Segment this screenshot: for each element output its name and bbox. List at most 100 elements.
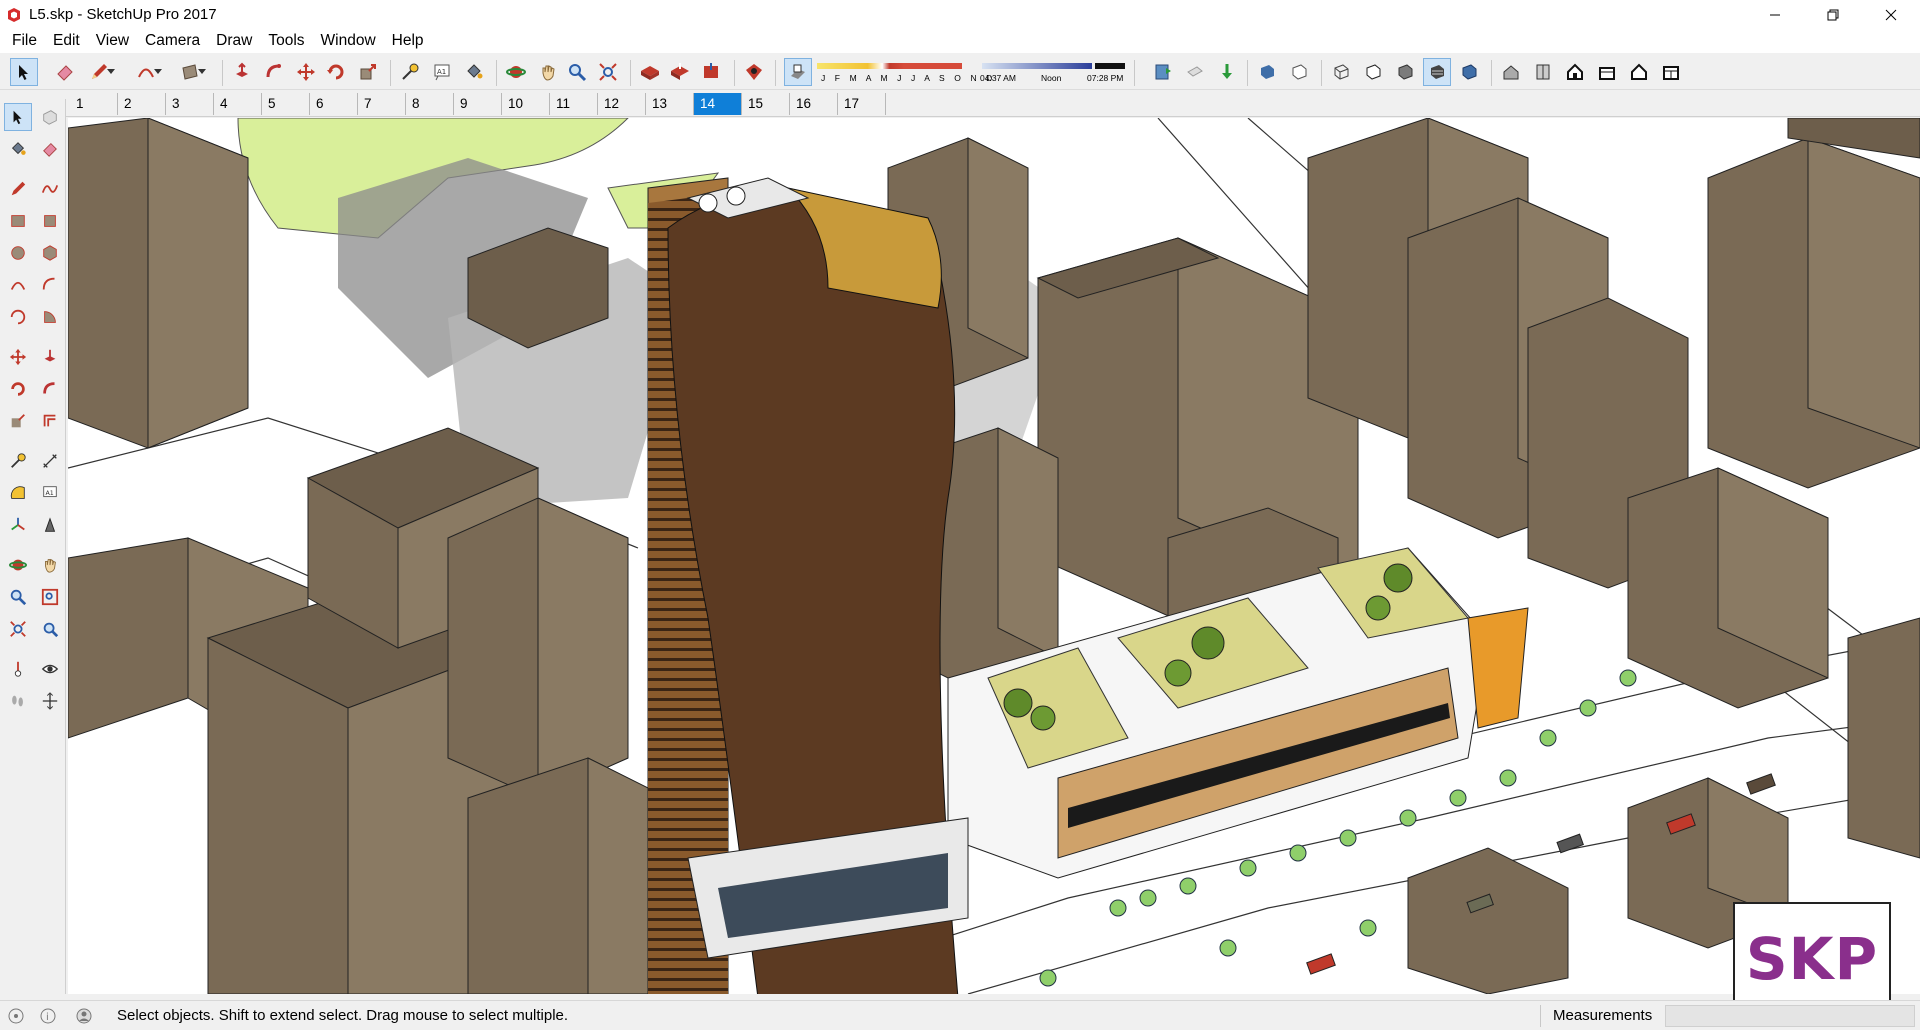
credits-info-icon[interactable]: i [40,1008,56,1024]
back-view-button[interactable] [1625,58,1653,86]
front-view-button[interactable] [1561,58,1589,86]
lt-follow-me-button[interactable] [36,375,64,403]
lt-circle-button[interactable] [4,239,32,267]
shadows-toggle-button[interactable] [784,58,812,86]
share-component-button[interactable] [698,58,726,86]
scene-tab-13[interactable]: 13 [646,93,694,115]
scene-tab-9[interactable]: 9 [454,93,502,115]
lt-select-button[interactable] [4,103,32,131]
move-tool-button[interactable] [292,58,320,86]
lt-push-pull-button[interactable] [36,343,64,371]
shaded-style-button[interactable] [1391,58,1419,86]
pencil-dropdown[interactable] [104,58,118,86]
scene-tab-7[interactable]: 7 [358,93,406,115]
measurements-input[interactable] [1665,1005,1915,1027]
lt-scale-button[interactable] [4,407,32,435]
lt-3d-text-button[interactable] [36,511,64,539]
lt-previous-view-button[interactable] [36,615,64,643]
zoom-tool-button[interactable] [563,58,591,86]
lt-zoom-button[interactable] [4,583,32,611]
section-plane-button[interactable] [1149,58,1177,86]
select-tool-button[interactable] [10,58,38,86]
lt-offset-button[interactable] [36,407,64,435]
lt-section-plane-button[interactable] [36,687,64,715]
menu-draw[interactable]: Draw [208,29,260,53]
scene-tab-4[interactable]: 4 [214,93,262,115]
share-model-button[interactable] [666,58,694,86]
lt-polygon-button[interactable] [36,239,64,267]
menu-camera[interactable]: Camera [137,29,208,53]
back-edges-style-button[interactable] [1285,58,1313,86]
lt-position-camera-button[interactable] [4,655,32,683]
iso-view-button[interactable] [1497,58,1525,86]
text-tool-button[interactable]: A1 [428,58,456,86]
lt-zoom-extents-button[interactable] [4,615,32,643]
scene-tab-8[interactable]: 8 [406,93,454,115]
shapes-dropdown[interactable] [195,58,209,86]
scene-tab-17[interactable]: 17 [838,93,886,115]
scene-tab-5[interactable]: 5 [262,93,310,115]
rotate-tool-button[interactable] [322,58,350,86]
lt-eraser-button[interactable] [36,135,64,163]
menu-file[interactable]: File [4,29,45,53]
menu-view[interactable]: View [88,29,137,53]
lt-rotated-rectangle-button[interactable] [36,207,64,235]
lt-pie-button[interactable] [36,303,64,331]
scene-tab-14[interactable]: 14 [694,93,742,115]
tape-measure-tool-button[interactable] [396,58,424,86]
menu-edit[interactable]: Edit [45,29,88,53]
lt-zoom-window-button[interactable] [36,583,64,611]
close-button[interactable] [1862,0,1920,29]
menu-help[interactable]: Help [384,29,432,53]
push-pull-tool-button[interactable] [228,58,256,86]
lt-pan-button[interactable] [36,551,64,579]
monochrome-style-button[interactable] [1455,58,1483,86]
lt-three-point-arc-button[interactable] [4,303,32,331]
scene-tab-12[interactable]: 12 [598,93,646,115]
follow-me-tool-button[interactable] [260,58,288,86]
lt-walk-button[interactable] [4,687,32,715]
scene-tab-16[interactable]: 16 [790,93,838,115]
lt-arc-button[interactable] [4,271,32,299]
lt-line-button[interactable] [4,175,32,203]
lt-protractor-button[interactable] [4,479,32,507]
lt-look-around-button[interactable] [36,655,64,683]
right-view-button[interactable] [1593,58,1621,86]
scale-tool-button[interactable] [354,58,382,86]
lt-two-point-arc-button[interactable] [36,271,64,299]
geolocation-icon[interactable] [8,1008,24,1024]
scene-tab-3[interactable]: 3 [166,93,214,115]
shaded-textures-style-button[interactable] [1423,58,1451,86]
lt-orbit-button[interactable] [4,551,32,579]
minimize-button[interactable] [1746,0,1804,29]
lt-text-button[interactable]: A1 [36,479,64,507]
hidden-line-style-button[interactable] [1359,58,1387,86]
orbit-tool-button[interactable] [502,58,530,86]
lt-dimension-button[interactable] [36,447,64,475]
wireframe-style-button[interactable] [1327,58,1355,86]
user-account-icon[interactable] [76,1008,92,1024]
section-cut-button[interactable] [1213,58,1241,86]
zoom-extents-button[interactable] [594,58,622,86]
3d-warehouse-button[interactable] [636,58,664,86]
lt-move-button[interactable] [4,343,32,371]
lt-freehand-button[interactable] [36,175,64,203]
menu-window[interactable]: Window [313,29,384,53]
pan-tool-button[interactable] [534,58,562,86]
paint-bucket-tool-button[interactable] [460,58,488,86]
lt-paint-bucket-button[interactable] [4,135,32,163]
arc-dropdown[interactable] [151,58,165,86]
lt-tape-measure-button[interactable] [4,447,32,475]
lt-rectangle-button[interactable] [4,207,32,235]
shadow-month-slider[interactable] [817,61,1127,71]
scene-tab-11[interactable]: 11 [550,93,598,115]
lt-axes-button[interactable] [4,511,32,539]
top-view-button[interactable] [1529,58,1557,86]
left-view-button[interactable] [1657,58,1685,86]
lt-rotate-button[interactable] [4,375,32,403]
model-viewport[interactable] [68,118,1920,994]
restore-button[interactable] [1804,0,1862,29]
scene-tab-2[interactable]: 2 [118,93,166,115]
scene-tab-15[interactable]: 15 [742,93,790,115]
lt-make-component-button[interactable] [36,103,64,131]
